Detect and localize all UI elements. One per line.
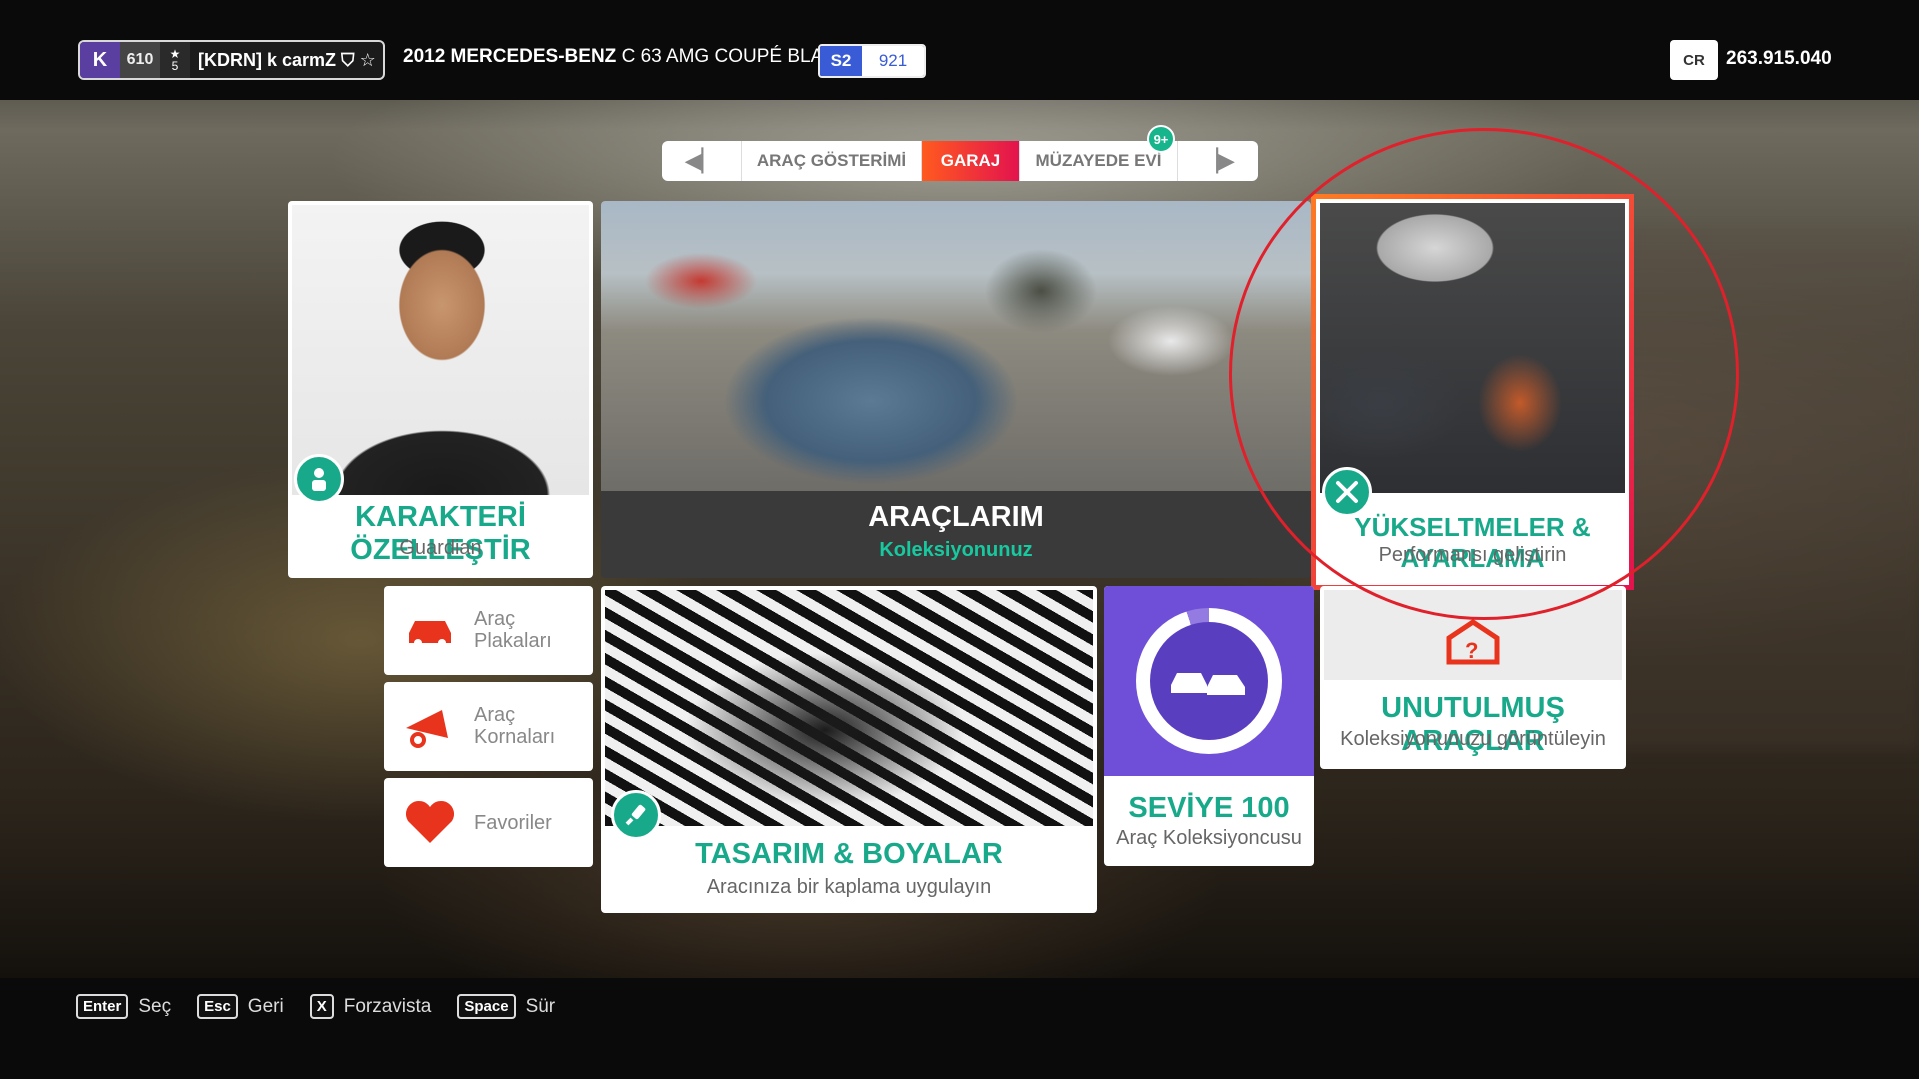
notification-badge: 9+ bbox=[1147, 125, 1175, 153]
license-plates-tile[interactable]: Araç Plakaları bbox=[384, 586, 593, 675]
tile-subtitle: Guardian bbox=[399, 537, 482, 559]
star-outline-icon: ☆ bbox=[359, 49, 376, 70]
label-line1: Araç bbox=[474, 608, 516, 630]
level-panel bbox=[1104, 586, 1314, 776]
label-line1: Araç bbox=[474, 704, 516, 726]
hint-label: Sür bbox=[525, 995, 556, 1017]
tab-label: MÜZAYEDE EVİ bbox=[1035, 151, 1162, 170]
livery-car-image bbox=[605, 590, 1093, 826]
tile-subtitle: Koleksiyonunuzu görüntüleyin bbox=[1340, 728, 1606, 750]
hint-drive[interactable]: Space Sür bbox=[457, 994, 555, 1019]
tile-subtitle: Aracınıza bir kaplama uygulayın bbox=[706, 876, 992, 898]
club-emblem-icon: K bbox=[80, 42, 120, 78]
credits-label: CR bbox=[1670, 40, 1718, 80]
tab-label: ARAÇ GÖSTERİMİ bbox=[756, 151, 907, 170]
gamertag-text: [KDRN] k carmZ bbox=[198, 49, 337, 70]
tab-next-button[interactable]: ▕▶ bbox=[1178, 141, 1258, 181]
favorites-tile[interactable]: Favoriler bbox=[384, 778, 593, 867]
label-line2: Plakaları bbox=[474, 630, 552, 652]
chevron-right-icon: ▕▶ bbox=[1201, 148, 1235, 173]
car-icon bbox=[402, 606, 458, 654]
chevron-left-icon: ◀▏ bbox=[684, 148, 719, 173]
tab-auction-house[interactable]: MÜZAYEDE EVİ 9+ bbox=[1020, 125, 1178, 181]
credits-value: 263.915.040 bbox=[1726, 48, 1832, 69]
hint-forzavista[interactable]: X Forzavista bbox=[309, 994, 432, 1019]
tile-subtitle: Araç Koleksiyoncusu bbox=[1116, 827, 1302, 849]
tab-garage[interactable]: GARAJ bbox=[922, 141, 1020, 181]
tile-title: TASARIM & BOYALAR bbox=[695, 838, 1003, 870]
paint-brush-icon bbox=[611, 790, 661, 840]
tile-title: ARAÇLARIM bbox=[868, 501, 1044, 533]
hint-label: Geri bbox=[247, 995, 284, 1017]
svg-text:?: ? bbox=[1465, 638, 1478, 663]
character-portrait bbox=[292, 205, 589, 495]
collector-level-tile[interactable]: SEVİYE 100 Araç Koleksiyoncusu bbox=[1104, 586, 1314, 866]
tab-bar: ◀▏ ARAÇ GÖSTERİMİ GARAJ MÜZAYEDE EVİ 9+ … bbox=[662, 125, 1258, 181]
person-icon bbox=[294, 454, 344, 504]
car-horns-tile[interactable]: Araç Kornaları bbox=[384, 682, 593, 771]
tile-subtitle: Koleksiyonunuz bbox=[879, 539, 1033, 561]
level-progress-ring bbox=[1136, 608, 1282, 754]
hint-back[interactable]: Esc Geri bbox=[197, 994, 284, 1019]
performance-index-badge: S2 921 bbox=[818, 44, 926, 78]
horn-icon bbox=[402, 702, 458, 750]
key-esc: Esc bbox=[197, 994, 238, 1019]
tile-label: Araç Plakaları bbox=[474, 608, 584, 652]
car-year-make: 2012 MERCEDES-BENZ bbox=[403, 46, 617, 67]
gamertag: [KDRN] k carmZ ⛉ ☆ bbox=[190, 50, 383, 71]
key-x: X bbox=[309, 994, 334, 1019]
shield-icon: ⛉ bbox=[341, 49, 355, 70]
tab-label: GARAJ bbox=[940, 151, 1001, 170]
tab-prev-button[interactable]: ◀▏ bbox=[662, 141, 742, 181]
heart-icon bbox=[402, 798, 458, 846]
tile-title: SEVİYE 100 bbox=[1128, 792, 1290, 824]
pi-value: 921 bbox=[862, 46, 924, 76]
tile-label: Araç Kornaları bbox=[474, 704, 584, 748]
star-rank: ★ 5 bbox=[160, 42, 190, 78]
garage-question-icon: ? bbox=[1445, 618, 1501, 671]
customize-character-tile[interactable]: KARAKTERİ ÖZELLEŞTİR Guardian bbox=[288, 201, 593, 578]
key-enter: Enter bbox=[76, 994, 129, 1019]
player-badge: K 610 ★ 5 [KDRN] k carmZ ⛉ ☆ bbox=[78, 40, 385, 80]
tab-car-show[interactable]: ARAÇ GÖSTERİMİ bbox=[742, 141, 922, 181]
my-cars-tile[interactable]: ARAÇLARIM Koleksiyonunuz bbox=[601, 201, 1311, 578]
cars-icon bbox=[1150, 622, 1268, 740]
control-hints: Enter Seç Esc Geri X Forzavista Space Sü… bbox=[76, 994, 555, 1019]
star-rank-value: 5 bbox=[171, 59, 179, 73]
highlight-circle bbox=[1229, 128, 1739, 620]
design-paint-tile[interactable]: TASARIM & BOYALAR Aracınıza bir kaplama … bbox=[601, 586, 1097, 913]
hint-label: Forzavista bbox=[343, 995, 432, 1017]
hint-select[interactable]: Enter Seç bbox=[76, 994, 171, 1019]
key-space: Space bbox=[457, 994, 516, 1019]
player-level: 610 bbox=[120, 42, 160, 78]
tile-label: Favoriler bbox=[474, 812, 552, 834]
pi-class: S2 bbox=[820, 46, 862, 76]
label-line2: Kornaları bbox=[474, 726, 556, 748]
cars-image bbox=[601, 201, 1311, 491]
hint-label: Seç bbox=[138, 995, 172, 1017]
